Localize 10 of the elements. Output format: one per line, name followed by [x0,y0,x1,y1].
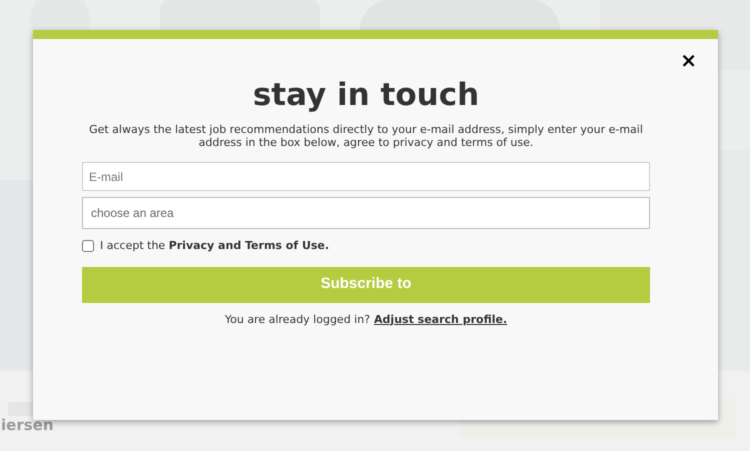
consent-checkbox[interactable] [82,240,94,252]
adjust-profile-link[interactable]: Adjust search profile. [374,312,508,328]
dialog-description: Get always the latest job recommendations directly to your e-mail address, simply enter your e-mail address in the box below, agree to privacy and terms of use. [88,123,644,149]
consent-label: I accept the Privacy and Terms of Use. [100,238,330,254]
login-note: You are already logged in? [224,312,370,328]
email-field[interactable]: E-mail [82,162,650,191]
close-button[interactable]: × [680,50,697,70]
area-field[interactable]: choose an area [82,197,650,229]
location-text: iersen [1,416,54,435]
dialog-title: stay in touch [252,80,480,111]
